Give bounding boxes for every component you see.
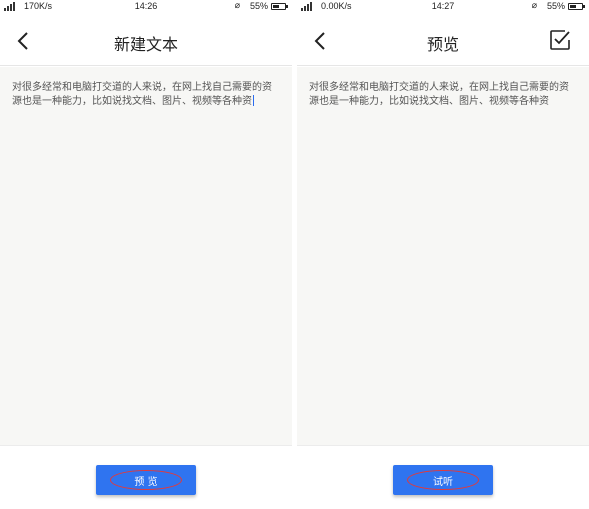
checkbox-check-icon[interactable] [549, 29, 571, 51]
bottom-bar: 预 览 [0, 445, 292, 509]
new-text-screen: 170K/s 14:26 ⌀ 55% 新建文本 对很多经常和电脑打交道的人来说，… [0, 0, 292, 509]
status-bar: 170K/s 14:26 ⌀ 55% [0, 0, 292, 14]
alarm-off-icon: ⌀ [531, 1, 537, 11]
text-preview: 对很多经常和电脑打交道的人来说，在网上找自己需要的资 源也是一种能力，比如说找文… [297, 67, 589, 445]
preview-button-label: 预 览 [134, 476, 158, 488]
preview-screen: 0.00K/s 14:27 ⌀ 55% 预览 对很多经常和电脑打交道的人来说，在… [297, 0, 589, 509]
text-cursor [253, 95, 254, 106]
battery-percent: 55% [546, 1, 565, 11]
bottom-bar: 试听 [297, 445, 589, 509]
status-bar: 0.00K/s 14:27 ⌀ 55% [297, 0, 589, 14]
preview-button[interactable]: 预 览 [96, 465, 196, 495]
listen-button-label: 试听 [433, 476, 453, 488]
text-editor[interactable]: 对很多经常和电脑打交道的人来说，在网上找自己需要的资 源也是一种能力，比如说找文… [0, 67, 292, 445]
page-title: 新建文本 [113, 35, 178, 54]
page-title: 预览 [426, 35, 459, 54]
clock: 14:27 [431, 1, 455, 11]
nav-bar: 预览 [297, 16, 589, 66]
editor-text: 对很多经常和电脑打交道的人来说，在网上找自己需要的资 源也是一种能力，比如说找文… [12, 82, 272, 107]
nav-bar: 新建文本 [0, 16, 292, 66]
listen-button[interactable]: 试听 [393, 465, 493, 495]
clock: 14:26 [134, 1, 158, 11]
battery-icon [271, 3, 288, 10]
battery-percent: 55% [249, 1, 268, 11]
alarm-off-icon: ⌀ [234, 1, 240, 11]
battery-icon [568, 3, 585, 10]
preview-text: 对很多经常和电脑打交道的人来说，在网上找自己需要的资 源也是一种能力，比如说找文… [309, 82, 569, 107]
